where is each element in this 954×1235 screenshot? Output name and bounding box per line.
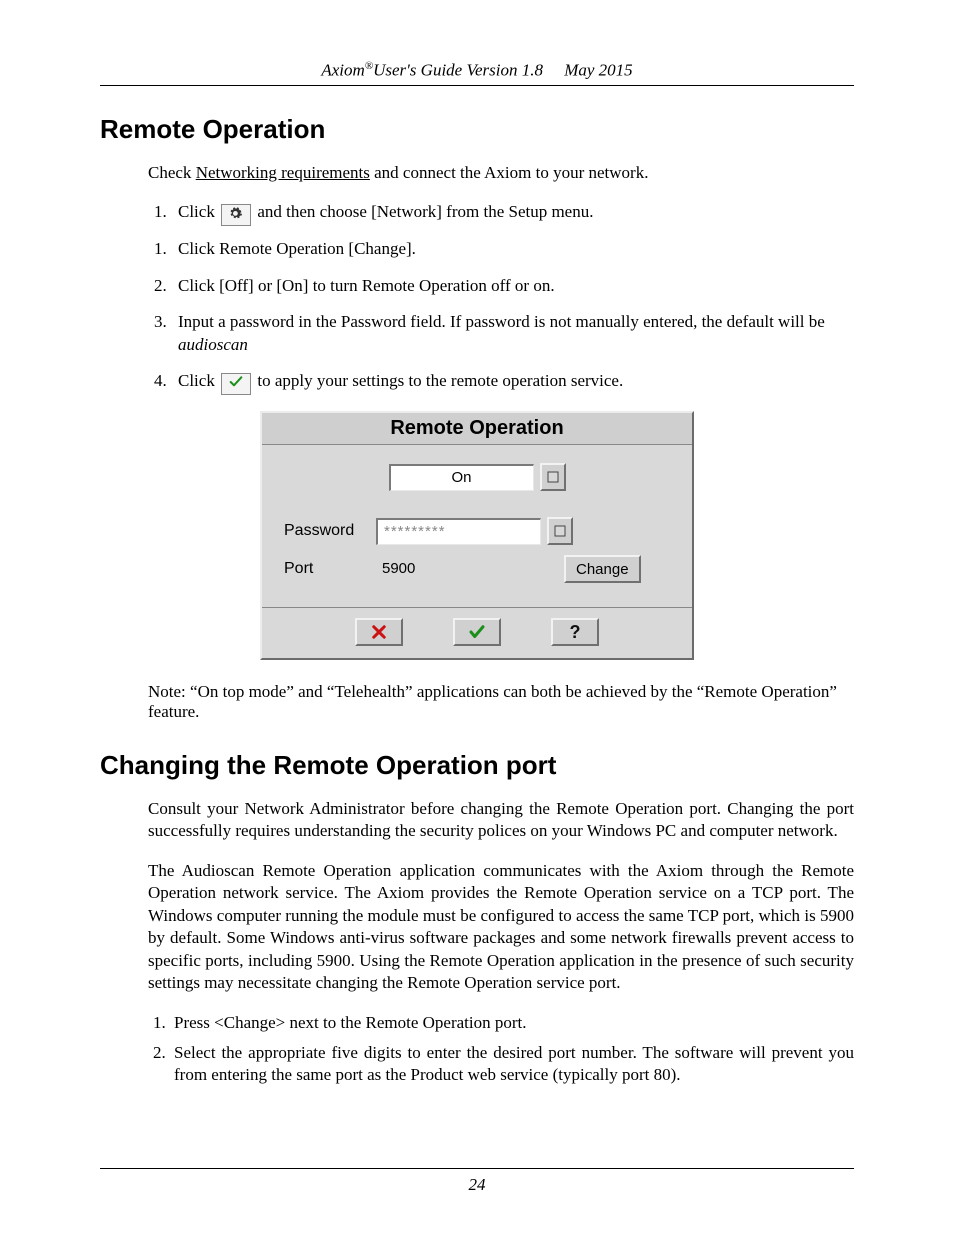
step-1a: 1. Click and then choose [Network] from … <box>148 201 854 224</box>
question-icon: ? <box>570 622 581 643</box>
t: and then choose [Network] from the Setup… <box>257 202 593 221</box>
step-number: 4. <box>154 370 178 392</box>
port-label: Port <box>284 560 376 578</box>
state-field[interactable]: On <box>389 464 534 491</box>
intro-pre: Check <box>148 163 196 182</box>
step-1b: 1. Click Remote Operation [Change]. <box>148 238 854 260</box>
page-header: Axiom®User's Guide Version 1.8 May 2015 <box>100 60 854 86</box>
dropdown-square-icon <box>547 471 559 483</box>
registered-mark: ® <box>365 60 373 72</box>
heading-remote-operation: Remote Operation <box>100 114 854 145</box>
header-guide: User's Guide Version 1.8 <box>373 61 543 80</box>
step-number: 1. <box>154 238 178 260</box>
heading-change-port: Changing the Remote Operation port <box>100 750 854 781</box>
dialog-title: Remote Operation <box>262 413 692 445</box>
t: to apply your settings to the remote ope… <box>257 371 623 390</box>
remote-operation-dialog: Remote Operation On Password ********* P… <box>260 411 694 660</box>
page-number: 24 <box>469 1175 486 1194</box>
note-paragraph: Note: “On top mode” and “Telehealth” app… <box>148 682 854 722</box>
s2-steps: Press <Change> next to the Remote Operat… <box>148 1012 854 1087</box>
check-icon[interactable] <box>221 373 251 395</box>
port-value: 5900 <box>376 557 538 581</box>
password-label: Password <box>284 522 376 540</box>
s2-p1: Consult your Network Administrator befor… <box>148 798 854 843</box>
x-icon <box>370 623 388 641</box>
header-date: May 2015 <box>564 61 632 80</box>
step-number: 1. <box>154 201 178 223</box>
networking-requirements-link[interactable]: Networking requirements <box>196 163 370 182</box>
state-dropdown-button[interactable] <box>540 463 566 491</box>
s2-p2: The Audioscan Remote Operation applicati… <box>148 860 854 995</box>
help-button[interactable]: ? <box>551 618 599 646</box>
dropdown-square-icon <box>554 525 566 537</box>
step-text: Click [Off] or [On] to turn Remote Opera… <box>178 275 555 297</box>
step-text: Input a password in the Password field. … <box>178 311 854 356</box>
gear-icon[interactable] <box>221 204 251 226</box>
step-number: 3. <box>154 311 178 333</box>
intro-paragraph: Check Networking requirements and connec… <box>148 162 854 184</box>
step-text: Click and then choose [Network] from the… <box>178 201 593 224</box>
intro-post: and connect the Axiom to your network. <box>370 163 649 182</box>
step-4: 4. Click to apply your settings to the r… <box>148 370 854 393</box>
password-dropdown-button[interactable] <box>547 517 573 545</box>
t: Input a password in the Password field. … <box>178 312 825 331</box>
t: Click <box>178 202 219 221</box>
header-product: Axiom <box>321 61 364 80</box>
cancel-button[interactable] <box>355 618 403 646</box>
check-icon <box>466 623 488 641</box>
apply-button[interactable] <box>453 618 501 646</box>
t: Click <box>178 371 219 390</box>
s2-step-1: Press <Change> next to the Remote Operat… <box>170 1012 854 1034</box>
change-button[interactable]: Change <box>564 555 641 583</box>
step-text: Click to apply your settings to the remo… <box>178 370 623 393</box>
step-2: 2. Click [Off] or [On] to turn Remote Op… <box>148 275 854 297</box>
step-3: 3. Input a password in the Password fiel… <box>148 311 854 356</box>
default-password: audioscan <box>178 335 248 354</box>
step-number: 2. <box>154 275 178 297</box>
s2-step-2: Select the appropriate five digits to en… <box>170 1042 854 1087</box>
page-footer: 24 <box>100 1168 854 1195</box>
step-text: Click Remote Operation [Change]. <box>178 238 416 260</box>
password-field[interactable]: ********* <box>376 518 541 545</box>
